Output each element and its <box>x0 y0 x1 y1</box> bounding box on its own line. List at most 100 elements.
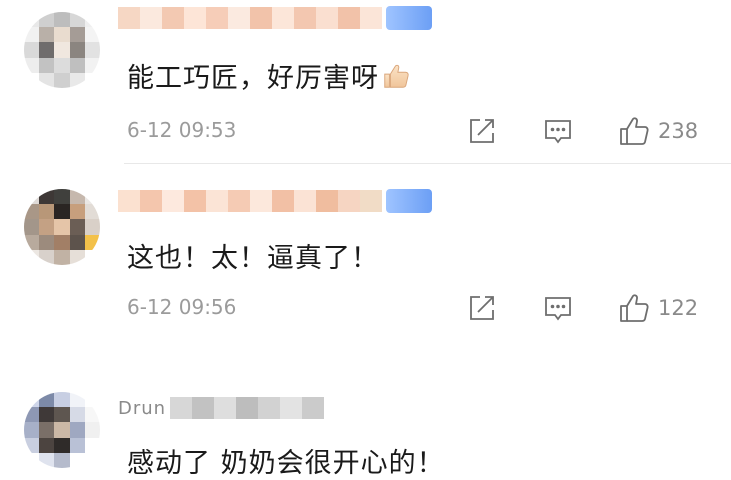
thumbs-up-outline-icon[interactable] <box>618 115 650 147</box>
avatar-pixel <box>69 249 85 265</box>
avatar-pixel <box>69 42 85 58</box>
user-badge <box>386 6 432 30</box>
avatar-pixel <box>39 422 55 438</box>
avatar-pixel <box>39 234 55 250</box>
avatar-pixel <box>24 27 40 43</box>
avatar-pixel <box>69 234 85 250</box>
avatar-pixel <box>54 234 70 250</box>
avatar-pixel <box>39 42 55 58</box>
avatar-pixel <box>84 249 100 265</box>
avatar-pixel <box>24 437 40 453</box>
share-icon[interactable] <box>466 115 498 147</box>
avatar-pixel <box>54 12 70 28</box>
avatar-pixel <box>54 407 70 423</box>
avatar-pixel <box>39 437 55 453</box>
avatar-pixel <box>69 189 85 205</box>
avatar-pixel <box>69 392 85 408</box>
avatar-pixel <box>24 57 40 73</box>
user-badge <box>386 189 432 213</box>
thumbs-up-outline-icon[interactable] <box>618 292 650 324</box>
avatar-pixel <box>84 204 100 220</box>
share-icon[interactable] <box>466 292 498 324</box>
avatar-pixel <box>84 189 100 205</box>
username[interactable] <box>118 189 432 213</box>
avatar-pixel <box>24 422 40 438</box>
comment-time: 6-12 09:56 <box>127 295 237 319</box>
divider <box>124 163 731 164</box>
avatar[interactable] <box>24 392 100 468</box>
like-count: 238 <box>658 119 699 143</box>
avatar-pixel <box>84 27 100 43</box>
avatar[interactable] <box>24 189 100 265</box>
avatar-pixel <box>84 452 100 468</box>
avatar-pixel <box>24 72 40 88</box>
avatar-pixel <box>84 234 100 250</box>
avatar-pixel <box>54 392 70 408</box>
comment-text: 感动了 奶奶会很开心的！ <box>127 448 445 479</box>
avatar-pixel <box>24 407 40 423</box>
avatar-pixel <box>84 422 100 438</box>
username[interactable] <box>118 6 432 30</box>
avatar-pixel <box>39 452 55 468</box>
avatar-pixel <box>84 437 100 453</box>
avatar-pixel <box>69 407 85 423</box>
avatar-pixel <box>54 249 70 265</box>
avatar-pixel <box>39 12 55 28</box>
reply-icon[interactable] <box>542 115 574 147</box>
avatar-pixel <box>24 234 40 250</box>
reply-icon[interactable] <box>542 292 574 324</box>
comment-text: 能工巧匠，好厉害呀 <box>127 56 411 95</box>
avatar-pixel <box>24 12 40 28</box>
avatar-pixel <box>39 249 55 265</box>
avatar-pixel <box>84 219 100 235</box>
avatar-pixel <box>69 437 85 453</box>
avatar-pixel <box>24 204 40 220</box>
avatar-pixel <box>39 27 55 43</box>
avatar-pixel <box>69 219 85 235</box>
avatar-pixel <box>54 27 70 43</box>
avatar-pixel <box>39 219 55 235</box>
avatar[interactable] <box>24 12 100 88</box>
avatar-pixel <box>24 392 40 408</box>
username[interactable]: Drun <box>118 396 325 420</box>
avatar-pixel <box>69 57 85 73</box>
avatar-pixel <box>39 189 55 205</box>
avatar-pixel <box>69 204 85 220</box>
avatar-pixel <box>54 57 70 73</box>
avatar-pixel <box>84 12 100 28</box>
avatar-pixel <box>69 422 85 438</box>
comment-actions: 122 <box>466 292 698 324</box>
avatar-pixel <box>54 219 70 235</box>
avatar-pixel <box>84 42 100 58</box>
avatar-pixel <box>54 189 70 205</box>
like-count: 122 <box>658 296 699 320</box>
avatar-pixel <box>84 392 100 408</box>
avatar-pixel <box>39 407 55 423</box>
avatar-pixel <box>54 72 70 88</box>
avatar-pixel <box>54 422 70 438</box>
avatar-pixel <box>54 204 70 220</box>
comment-text-content: 能工巧匠，好厉害呀 <box>127 63 379 94</box>
avatar-pixel <box>69 452 85 468</box>
avatar-pixel <box>54 437 70 453</box>
comment-actions: 238 <box>466 115 698 147</box>
avatar-pixel <box>39 72 55 88</box>
avatar-pixel <box>54 42 70 58</box>
avatar-pixel <box>84 57 100 73</box>
avatar-pixel <box>24 249 40 265</box>
avatar-pixel <box>24 452 40 468</box>
comment-time: 6-12 09:53 <box>127 118 237 142</box>
thumbs-up-emoji-icon <box>384 64 409 88</box>
avatar-pixel <box>39 57 55 73</box>
avatar-pixel <box>69 27 85 43</box>
avatar-pixel <box>69 12 85 28</box>
avatar-pixel <box>84 72 100 88</box>
comment-text: 这也！太！逼真了！ <box>127 243 379 274</box>
username-text: Drun <box>118 397 167 419</box>
avatar-pixel <box>54 452 70 468</box>
avatar-pixel <box>84 407 100 423</box>
avatar-pixel <box>24 42 40 58</box>
avatar-pixel <box>24 219 40 235</box>
avatar-pixel <box>24 189 40 205</box>
avatar-pixel <box>39 204 55 220</box>
